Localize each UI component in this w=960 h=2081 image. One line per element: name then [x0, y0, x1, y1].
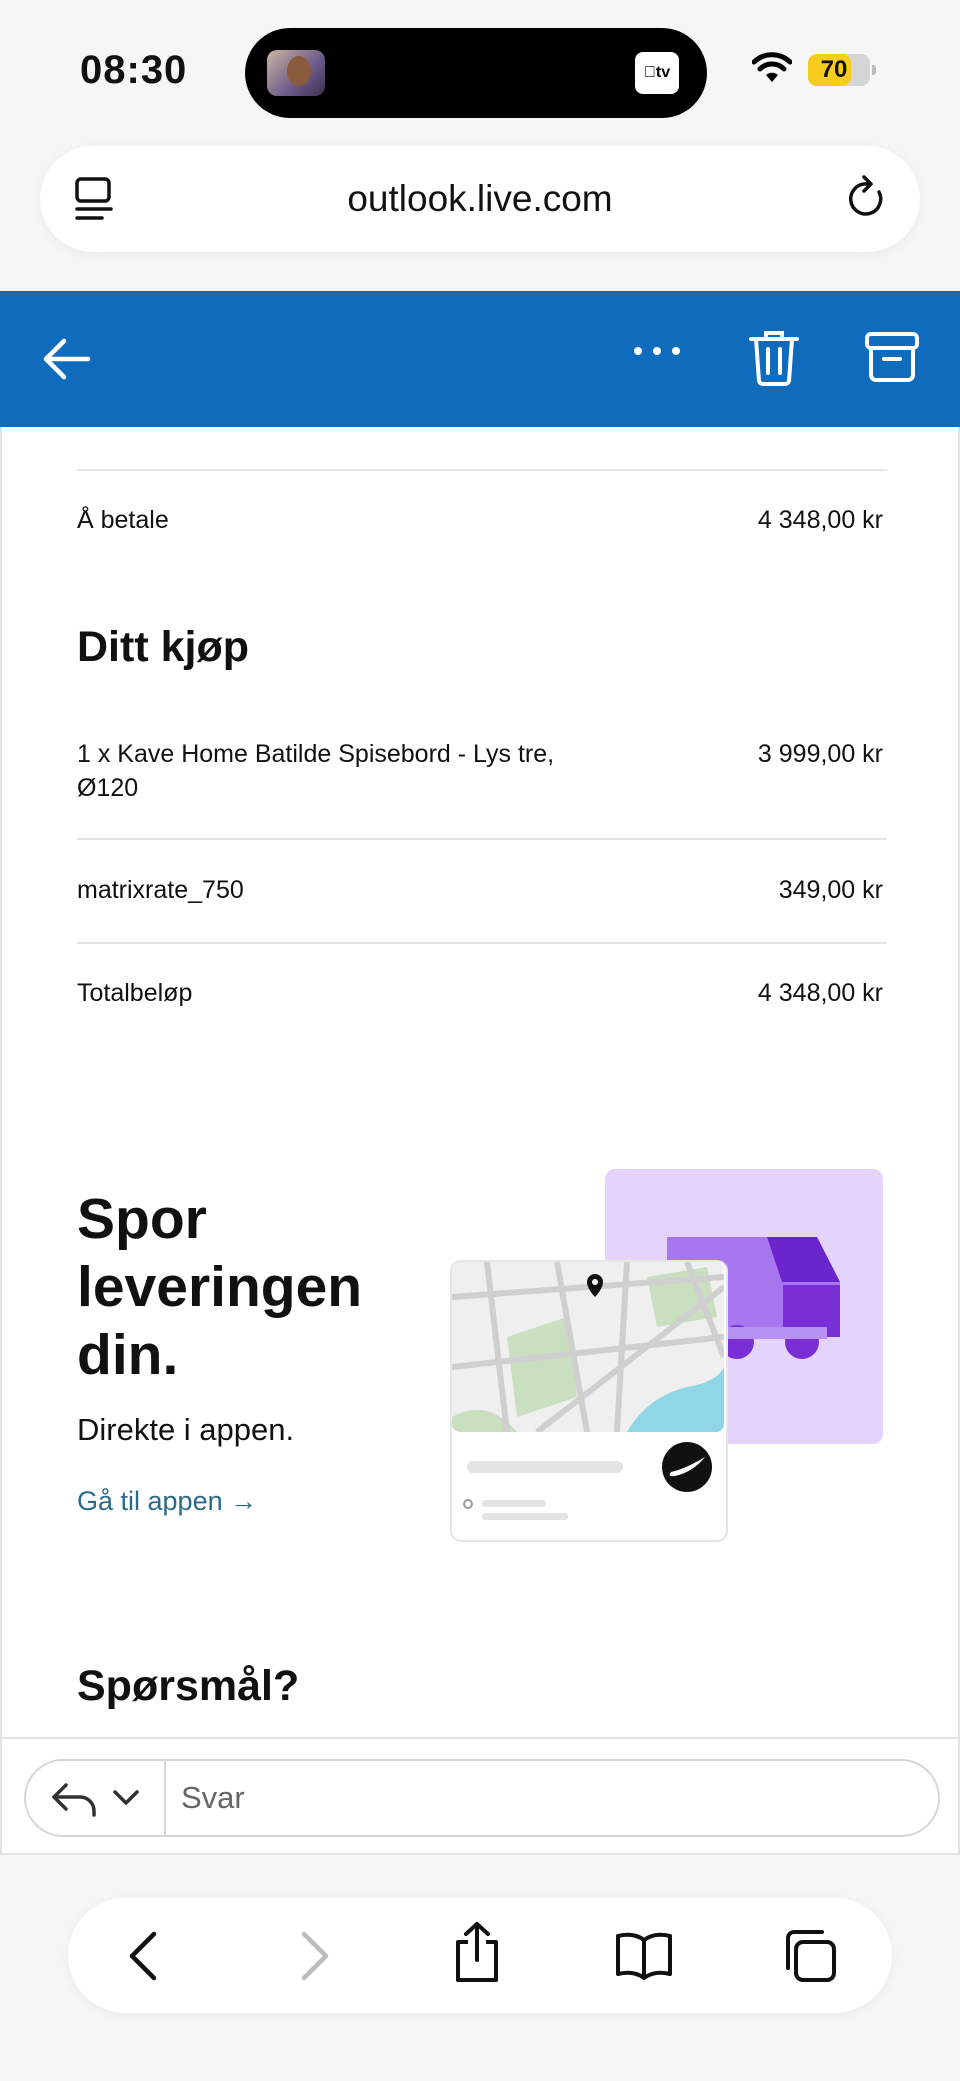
- promo-title: Spor leveringen din.: [77, 1185, 417, 1389]
- to-pay-value: 4 348,00 kr: [757, 506, 883, 534]
- reply-icon: [52, 1783, 96, 1817]
- back-icon[interactable]: [126, 1930, 162, 1982]
- clock: 08:30: [80, 48, 188, 92]
- delivery-tracking-illustration: [450, 1169, 883, 1542]
- tabs-icon[interactable]: [782, 1928, 838, 1984]
- share-icon[interactable]: [452, 1920, 502, 1984]
- shipping-price: 349,00 kr: [778, 876, 883, 904]
- purchase-title: Ditt kjøp: [77, 623, 249, 671]
- tv-badge-label: tv: [649, 64, 670, 81]
- forward-icon[interactable]: [296, 1930, 332, 1982]
- browser-toolbar: [68, 1898, 892, 2013]
- apple-tv-icon: tv: [635, 52, 679, 94]
- battery-percent: 70: [820, 56, 848, 83]
- battery-indicator: 70: [808, 54, 876, 86]
- bookmarks-icon[interactable]: [614, 1930, 674, 1980]
- now-playing-thumbnail: [267, 50, 325, 96]
- back-arrow-icon[interactable]: [40, 333, 92, 385]
- archive-icon[interactable]: [864, 331, 920, 383]
- delete-icon[interactable]: [748, 329, 800, 387]
- promo-title-line: Spor: [77, 1187, 207, 1251]
- order-item-size: Ø120: [77, 774, 139, 802]
- reply-input[interactable]: Svar: [181, 1761, 245, 1835]
- dynamic-island[interactable]: tv: [245, 28, 707, 118]
- email-body[interactable]: Å betale 4 348,00 kr Ditt kjøp 1 x Kave …: [0, 427, 960, 1737]
- promo-title-line: din.: [77, 1323, 179, 1387]
- more-options-icon[interactable]: [630, 341, 684, 361]
- order-item-name: 1 x Kave Home Batilde Spisebord - Lys tr…: [77, 740, 555, 768]
- status-bar: 08:30 tv 70: [0, 0, 960, 140]
- questions-heading: Spørsmål?: [77, 1662, 300, 1710]
- to-pay-label: Å betale: [77, 506, 169, 534]
- reply-bar: Svar: [0, 1737, 960, 1855]
- promo-title-line: leveringen: [77, 1255, 363, 1319]
- divider: [77, 469, 887, 471]
- divider: [77, 942, 887, 944]
- divider: [77, 838, 887, 840]
- reload-icon[interactable]: [846, 174, 888, 222]
- total-value: 4 348,00 kr: [757, 979, 883, 1007]
- mail-toolbar: [0, 291, 960, 427]
- go-to-app-link[interactable]: Gå til appen →: [77, 1486, 257, 1517]
- promo-subtitle: Direkte i appen.: [77, 1412, 295, 1447]
- reply-options-button[interactable]: [26, 1761, 166, 1835]
- url-text[interactable]: outlook.live.com: [40, 146, 920, 252]
- reply-box[interactable]: Svar: [24, 1759, 940, 1837]
- wifi-icon: [752, 52, 792, 82]
- order-item-label: 1 x Kave Home Batilde Spisebord - Lys tr…: [77, 737, 554, 805]
- total-label: Totalbeløp: [77, 979, 193, 1007]
- shipping-label: matrixrate_750: [77, 876, 244, 904]
- address-bar[interactable]: outlook.live.com: [40, 146, 920, 252]
- chevron-down-icon: [113, 1790, 139, 1805]
- order-item-price: 3 999,00 kr: [757, 740, 883, 768]
